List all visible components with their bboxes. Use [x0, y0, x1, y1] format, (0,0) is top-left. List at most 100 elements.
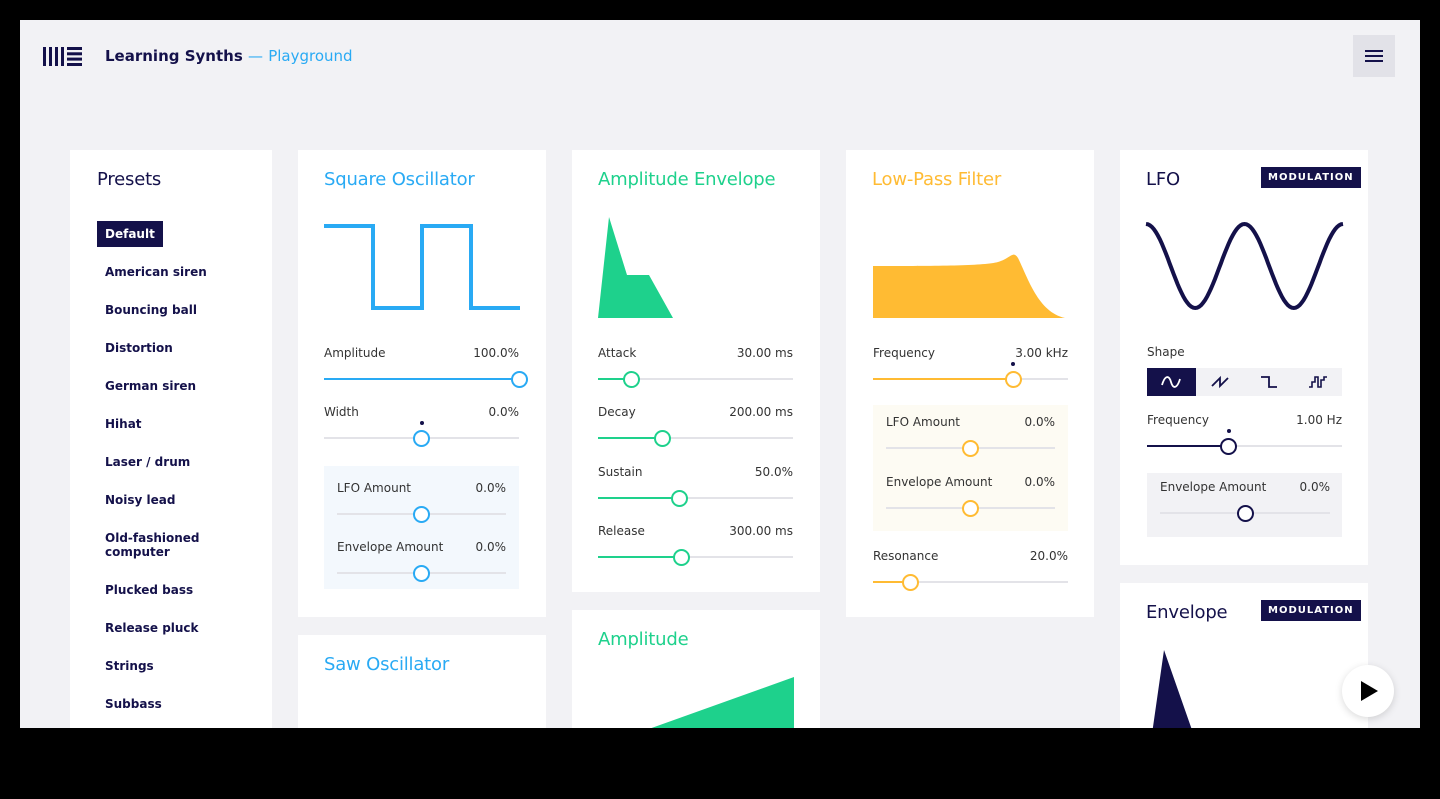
slider-value: 1.00 Hz	[1296, 413, 1342, 427]
card-title: Amplitude	[598, 629, 689, 650]
slider-label: Envelope Amount	[337, 540, 444, 554]
preset-item[interactable]: Release pluck	[97, 615, 207, 641]
lfo-amount-slider[interactable]: LFO Amount 0.0%	[337, 481, 507, 523]
slider-knob[interactable]	[1236, 505, 1254, 522]
slider-knob[interactable]	[901, 574, 919, 591]
slider-label: Envelope Amount	[886, 475, 993, 489]
envelope-amount-slider[interactable]: Envelope Amount 0.0%	[886, 475, 1055, 517]
card-title: LFO	[1146, 169, 1180, 190]
slider-track[interactable]	[598, 497, 793, 499]
shape-sine-button[interactable]	[1147, 368, 1196, 396]
slider-value: 50.0%	[754, 465, 793, 479]
low-pass-filter-card: Low-Pass Filter Frequency 3.00 kHz LFO Am…	[846, 150, 1094, 617]
slider-track[interactable]	[324, 378, 519, 380]
slider-value: 3.00 kHz	[1015, 346, 1068, 360]
slider-label: LFO Amount	[337, 481, 412, 495]
lfo-card: LFO MODULATION Shape Frequency 1.00 Hz En…	[1120, 150, 1368, 565]
preset-item[interactable]: Noisy lead	[97, 487, 183, 513]
slider-label: Frequency	[1147, 413, 1209, 427]
slider-label: Attack	[598, 346, 637, 360]
square-waveform	[324, 224, 520, 310]
slider-label: Decay	[598, 405, 636, 419]
slider-knob[interactable]	[671, 490, 689, 507]
decay-slider[interactable]: Decay 200.00 ms	[598, 405, 793, 447]
slider-knob[interactable]	[510, 371, 528, 388]
envelope-shape	[1152, 650, 1192, 728]
shape-random-button[interactable]	[1293, 368, 1342, 396]
preset-item[interactable]: Subbass	[97, 691, 170, 717]
default-marker	[419, 421, 424, 425]
preset-item[interactable]: Old-fashioned computer	[97, 525, 217, 565]
slider-value: 0.0%	[475, 481, 507, 495]
preset-item[interactable]: Bouncing ball	[97, 297, 205, 323]
section-name[interactable]: Playground	[268, 47, 352, 65]
lfo-frequency-slider[interactable]: Frequency 1.00 Hz	[1147, 413, 1342, 455]
slider-knob[interactable]	[1004, 371, 1022, 388]
shape-sawtooth-button[interactable]	[1196, 368, 1245, 396]
sawtooth-icon	[1211, 375, 1229, 389]
slider-label: Frequency	[873, 346, 935, 360]
envelope-amount-slider[interactable]: Envelope Amount 0.0%	[1160, 480, 1330, 522]
sustain-slider[interactable]: Sustain 50.0%	[598, 465, 793, 507]
play-button[interactable]	[1342, 665, 1394, 717]
shape-selector	[1147, 368, 1342, 396]
slider-knob[interactable]	[1220, 438, 1238, 455]
slider-knob[interactable]	[413, 430, 430, 447]
slider-fill	[598, 497, 680, 499]
app-frame: Learning Synths — Playground Presets Def…	[20, 20, 1420, 728]
slider-knob[interactable]	[653, 430, 671, 447]
preset-item[interactable]: Distortion	[97, 335, 181, 361]
presets-panel: Presets Default American siren Bouncing ba…	[70, 150, 272, 728]
preset-item[interactable]: Laser / drum	[97, 449, 198, 475]
slider-track[interactable]	[1147, 445, 1342, 447]
preset-item[interactable]: German siren	[97, 373, 204, 399]
lfo-amount-slider[interactable]: LFO Amount 0.0%	[886, 415, 1055, 457]
shape-square-button[interactable]	[1245, 368, 1294, 396]
slider-knob[interactable]	[413, 506, 430, 523]
menu-button[interactable]	[1353, 35, 1395, 77]
preset-item[interactable]: American siren	[97, 259, 215, 285]
preset-item[interactable]: Hihat	[97, 411, 150, 437]
slider-label: LFO Amount	[886, 415, 961, 429]
width-slider[interactable]: Width 0.0%	[324, 405, 519, 447]
slider-label: Sustain	[598, 465, 643, 479]
frequency-slider[interactable]: Frequency 3.00 kHz	[873, 346, 1068, 388]
logo-icon[interactable]	[43, 47, 83, 67]
slider-value: 100.0%	[473, 346, 519, 360]
amplitude-slider[interactable]: Amplitude 100.0%	[324, 346, 528, 388]
preset-list: Default American siren Bouncing ball Distor…	[97, 221, 217, 717]
app-name: Learning Synths	[105, 47, 243, 65]
envelope-shape	[598, 217, 673, 318]
presets-title: Presets	[97, 169, 162, 190]
release-slider[interactable]: Release 300.00 ms	[598, 524, 793, 566]
lfo-waveform	[1145, 221, 1344, 311]
slider-fill	[598, 556, 682, 558]
envelope-amount-slider[interactable]: Envelope Amount 0.0%	[337, 540, 506, 582]
preset-item[interactable]: Strings	[97, 653, 162, 679]
slider-knob[interactable]	[673, 549, 691, 566]
attack-slider[interactable]: Attack 30.00 ms	[598, 346, 793, 388]
resonance-slider[interactable]: Resonance 20.0%	[873, 549, 1068, 591]
slider-track[interactable]	[598, 437, 793, 439]
filter-response	[873, 254, 1065, 318]
sine-icon	[1161, 376, 1182, 388]
slider-knob[interactable]	[962, 440, 979, 457]
slider-knob[interactable]	[622, 371, 640, 388]
card-title: Amplitude Envelope	[598, 169, 776, 190]
slider-knob[interactable]	[413, 565, 430, 582]
slider-track[interactable]	[873, 378, 1068, 380]
preset-item[interactable]: Plucked bass	[97, 577, 201, 603]
random-wave-icon	[1308, 376, 1327, 388]
slider-label: Release	[598, 524, 645, 538]
slider-label: Width	[324, 405, 359, 419]
card-title: Low-Pass Filter	[872, 169, 1002, 190]
slider-knob[interactable]	[962, 500, 979, 517]
card-title: Saw Oscillator	[324, 654, 450, 675]
app-title: Learning Synths — Playground	[105, 47, 353, 65]
modulation-badge: MODULATION	[1261, 600, 1361, 621]
card-title: Square Oscillator	[324, 169, 475, 190]
preset-item[interactable]: Default	[97, 221, 163, 247]
slider-track[interactable]	[598, 556, 793, 558]
slider-fill	[873, 378, 1014, 380]
amplitude-envelope-card: Amplitude Envelope Attack 30.00 ms Decay 2…	[572, 150, 820, 592]
